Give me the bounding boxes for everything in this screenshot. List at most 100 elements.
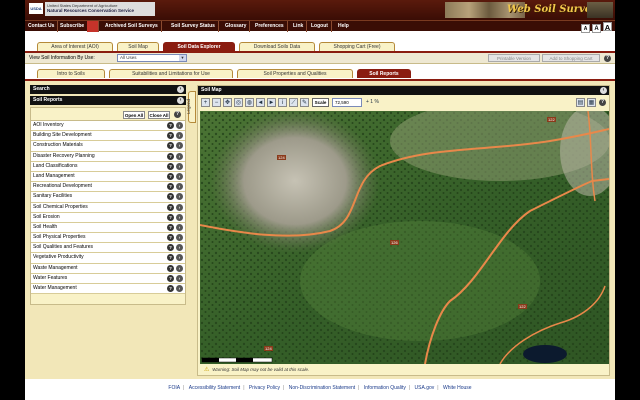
help-icon[interactable]: ? [167, 152, 174, 160]
footer-privacy[interactable]: Privacy Policy [246, 385, 283, 391]
report-item[interactable]: Soil Qualities and Features? › [31, 243, 185, 254]
usda-logo[interactable]: USDA [29, 3, 43, 14]
tab-download-soils-data[interactable]: Download Soils Data [239, 42, 315, 51]
report-item[interactable]: Water Management? › [31, 284, 185, 295]
brand-title[interactable]: Web Soil Survey [507, 4, 597, 15]
nav-subscribe[interactable]: Subscribe [57, 21, 89, 32]
globe-icon[interactable]: ◍ [245, 98, 254, 107]
help-icon[interactable]: ? [167, 193, 174, 201]
open-all-button[interactable]: Open All [123, 111, 145, 119]
footer-foia[interactable]: FOIA [165, 385, 183, 391]
open-report-icon[interactable]: › [176, 142, 183, 150]
report-item[interactable]: Soil Chemical Properties? › [31, 202, 185, 213]
open-report-icon[interactable]: › [176, 244, 183, 252]
help-icon[interactable]: ? [604, 55, 611, 62]
identify-icon[interactable]: i [278, 98, 287, 107]
tab-soil-map[interactable]: Soil Map [117, 42, 159, 51]
report-item[interactable]: Construction Materials? › [31, 141, 185, 152]
scale-input[interactable]: 72,590 [332, 98, 362, 107]
print-map-icon[interactable]: ▤ [576, 98, 585, 107]
open-report-icon[interactable]: › [176, 274, 183, 282]
soil-map-view[interactable]: 124 126 122 124 122 [200, 111, 609, 364]
help-icon[interactable]: ? [167, 142, 174, 150]
soil-reports-header[interactable]: Soil Reports ‹ [30, 96, 186, 105]
zoom-in-icon[interactable]: + [201, 98, 210, 107]
map-options-icon[interactable]: ▦ [587, 98, 596, 107]
help-icon[interactable]: ? [167, 132, 174, 140]
help-icon[interactable]: ? [167, 234, 174, 242]
nav-help[interactable]: Help [335, 21, 352, 32]
previous-extent-icon[interactable]: ◄ [256, 98, 265, 107]
help-icon[interactable]: ? [167, 172, 174, 180]
font-medium-button[interactable]: A [592, 24, 601, 33]
zoom-out-icon[interactable]: − [212, 98, 221, 107]
open-report-icon[interactable]: › [176, 162, 183, 170]
report-item[interactable]: Vegetative Productivity? › [31, 253, 185, 264]
help-icon[interactable]: ? [167, 285, 174, 292]
font-small-button[interactable]: A [581, 24, 590, 33]
footer-usa-gov[interactable]: USA.gov [412, 385, 438, 391]
footer-accessibility[interactable]: Accessibility Statement [186, 385, 243, 391]
help-icon[interactable]: ? [167, 162, 174, 170]
expand-icon[interactable]: › [177, 86, 184, 93]
nav-glossary[interactable]: Glossary [222, 21, 251, 32]
pan-icon[interactable]: ✥ [223, 98, 232, 107]
printable-version-button[interactable]: Printable Version [488, 54, 540, 62]
open-report-icon[interactable]: › [176, 152, 183, 160]
open-report-icon[interactable]: › [176, 122, 183, 129]
report-item[interactable]: Land Management? › [31, 171, 185, 183]
help-icon[interactable]: ? [174, 111, 181, 118]
font-large-button[interactable]: A [603, 22, 612, 32]
nav-status[interactable]: Soil Survey Status [168, 21, 219, 32]
use-select[interactable]: All Uses ▼ [117, 54, 187, 62]
open-report-icon[interactable]: › [176, 264, 183, 272]
help-icon[interactable]: ? [167, 264, 174, 272]
report-item[interactable]: Soil Erosion? › [31, 212, 185, 223]
tab-suitabilities[interactable]: Suitabilities and Limitations for Use [109, 69, 233, 78]
legend-tab[interactable]: Legend [186, 91, 196, 123]
report-item[interactable]: Building Site Development? › [31, 131, 185, 142]
next-extent-icon[interactable]: ► [267, 98, 276, 107]
nav-logout[interactable]: Logout [308, 21, 332, 32]
help-icon[interactable]: ? [167, 254, 174, 262]
open-report-icon[interactable]: › [176, 234, 183, 242]
open-report-icon[interactable]: › [176, 203, 183, 211]
open-report-icon[interactable]: › [176, 132, 183, 140]
tab-shopping-cart[interactable]: Shopping Cart (Free) [319, 42, 395, 51]
measure-icon[interactable]: ⟋ [289, 98, 298, 107]
help-icon[interactable]: ? [167, 183, 174, 191]
footer-non-discrimination[interactable]: Non-Discrimination Statement [286, 385, 358, 391]
open-report-icon[interactable]: › [176, 193, 183, 201]
close-all-button[interactable]: Close All [148, 111, 170, 119]
rss-icon[interactable] [87, 21, 99, 32]
report-item[interactable]: Soil Physical Properties? › [31, 233, 185, 244]
open-report-icon[interactable]: › [176, 254, 183, 262]
report-item[interactable]: Land Classifications? › [31, 161, 185, 172]
scale-button[interactable]: Scale [312, 98, 329, 107]
tab-soil-data-explorer[interactable]: Soil Data Explorer [163, 42, 235, 51]
nav-link[interactable]: Link [290, 21, 308, 32]
open-report-icon[interactable]: › [176, 285, 183, 292]
open-report-icon[interactable]: › [176, 183, 183, 191]
full-extent-icon[interactable]: ◎ [234, 98, 243, 107]
open-report-icon[interactable]: › [176, 213, 183, 221]
help-icon[interactable]: ? [167, 122, 174, 129]
help-icon[interactable]: ? [167, 203, 174, 211]
clear-icon[interactable]: ✎ [300, 98, 309, 107]
nav-preferences[interactable]: Preferences [252, 21, 288, 32]
help-icon[interactable]: ? [167, 244, 174, 252]
help-icon[interactable]: ? [599, 99, 606, 106]
tab-intro-to-soils[interactable]: Intro to Soils [37, 69, 105, 78]
tab-area-of-interest[interactable]: Area of Interest (AOI) [37, 42, 113, 51]
footer-white-house[interactable]: White House [440, 385, 475, 391]
footer-information-quality[interactable]: Information Quality [361, 385, 409, 391]
search-panel-header[interactable]: Search › [30, 85, 186, 94]
help-icon[interactable]: ? [167, 213, 174, 221]
open-report-icon[interactable]: › [176, 172, 183, 180]
report-item[interactable]: Disaster Recovery Planning? › [31, 151, 185, 162]
report-item[interactable]: Sanitary Facilities? › [31, 192, 185, 203]
tab-soil-reports[interactable]: Soil Reports [357, 69, 411, 78]
report-item[interactable]: Soil Health? › [31, 222, 185, 234]
help-icon[interactable]: ? [167, 274, 174, 282]
add-to-cart-button[interactable]: Add to Shopping Cart [542, 54, 600, 62]
